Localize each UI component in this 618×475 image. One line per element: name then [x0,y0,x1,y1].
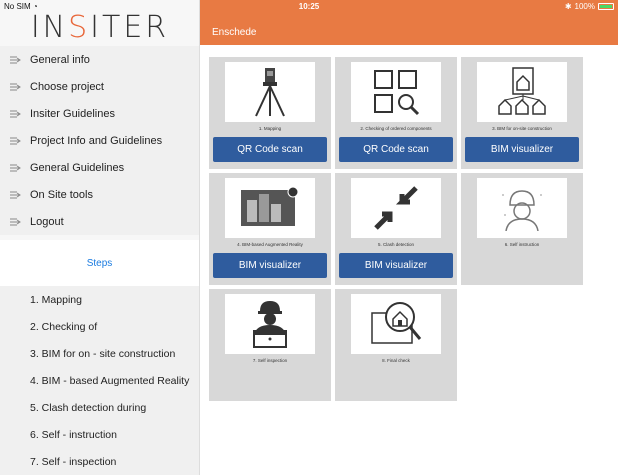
menu-item-on-site-tools[interactable]: On Site tools [0,181,199,208]
menu-label: General Guidelines [30,161,125,174]
battery-icon [598,3,614,10]
logo-accent: S [68,10,91,45]
menu-item-logout[interactable]: Logout [0,208,199,235]
nav-arrow-icon [8,135,22,147]
steps-heading[interactable]: Steps [0,240,199,286]
qr-scan-button[interactable]: QR Code scan [213,137,327,162]
logo-part1: IN [30,10,69,45]
battery-percent: 100% [574,2,595,11]
status-bar: No SIM ◔ 10:25 ✱ 100% [0,0,618,14]
card-caption: 7. Self inspection [252,358,288,363]
step-item[interactable]: 3. BIM for on - site construction [0,340,199,367]
step-card[interactable]: 6. Self instruction [461,173,583,285]
menu-label: Project Info and Guidelines [30,134,163,147]
card-caption: 6. Self instruction [504,242,540,247]
step-card[interactable]: 8. Final check [335,289,457,401]
step-card[interactable]: 7. Self inspection [209,289,331,401]
sidebar: INSITER General info Choose project Insi… [0,0,200,475]
side-menu: General info Choose project Insiter Guid… [0,46,199,235]
step-item[interactable]: 7. Self - inspection [0,448,199,475]
worker-helmet-icon [477,178,567,238]
nav-arrow-icon [8,54,22,66]
menu-label: Choose project [30,80,104,93]
menu-item-general-guidelines[interactable]: General Guidelines [0,154,199,181]
step-card[interactable]: 3. BIM for on-site construction BIM visu… [461,57,583,169]
status-right: ✱ 100% [565,2,614,11]
nav-arrow-icon [8,108,22,120]
status-time: 10:25 [298,2,320,11]
step-item[interactable]: 5. Clash detection during [0,394,199,421]
clash-arrows-icon [351,178,441,238]
insiter-logo: INSITER [0,10,200,46]
card-caption: 4. BIM-based Augmented Reality [237,242,303,247]
step-item[interactable]: 2. Checking of [0,313,199,340]
menu-label: Insiter Guidelines [30,107,115,120]
step-item[interactable]: 1. Mapping [0,286,199,313]
menu-item-insiter-guidelines[interactable]: Insiter Guidelines [0,100,199,127]
nav-arrow-icon [8,162,22,174]
card-caption: 3. BIM for on-site construction [492,126,552,131]
bluetooth-icon: ✱ [564,2,572,11]
house-magnifier-icon [351,294,441,354]
logo-part2: ITER [90,10,170,45]
menu-item-project-info[interactable]: Project Info and Guidelines [0,127,199,154]
bim-visualizer-button[interactable]: BIM visualizer [213,253,327,278]
ar-model-icon [225,178,315,238]
nav-arrow-icon [8,189,22,201]
steps-list: 1. Mapping 2. Checking of 3. BIM for on … [0,286,199,475]
step-card[interactable]: 1. Mapping QR Code scan [209,57,331,169]
step-card[interactable]: 4. BIM-based Augmented Reality BIM visua… [209,173,331,285]
card-caption: 1. Mapping [258,126,282,131]
menu-label: On Site tools [30,188,93,201]
grid-search-icon [351,62,441,122]
worker-laptop-icon [225,294,315,354]
card-caption: 2. Checking of ordered components [360,126,432,131]
step-card[interactable]: 2. Checking of ordered components QR Cod… [335,57,457,169]
card-caption: 8. Final check [382,358,410,363]
step-item[interactable]: 6. Self - instruction [0,421,199,448]
step-item[interactable]: 4. BIM - based Augmented Reality [0,367,199,394]
menu-item-general-info[interactable]: General info [0,46,199,73]
house-plan-icon [477,62,567,122]
step-card[interactable]: 5. Clash detection BIM visualizer [335,173,457,285]
menu-label: General info [30,53,90,66]
nav-arrow-icon [8,81,22,93]
card-caption: 5. Clash detection [377,242,415,247]
menu-label: Logout [30,215,64,228]
bim-visualizer-button[interactable]: BIM visualizer [339,253,453,278]
bim-visualizer-button[interactable]: BIM visualizer [465,137,579,162]
qr-scan-button[interactable]: QR Code scan [339,137,453,162]
nav-arrow-icon [8,216,22,228]
header-title: Enschede [212,27,257,38]
menu-item-choose-project[interactable]: Choose project [0,73,199,100]
survey-tripod-icon [225,62,315,122]
